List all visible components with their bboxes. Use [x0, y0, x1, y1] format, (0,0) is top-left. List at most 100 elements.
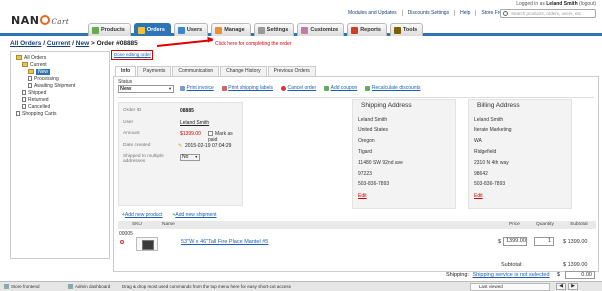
tree-label: Shopping Carts — [22, 110, 57, 117]
back-arrow-icon[interactable]: ◀ — [556, 283, 566, 290]
column-subtotal: Subtotal — [570, 222, 588, 227]
global-search-input[interactable]: Search products, orders, users, etc. — [500, 9, 596, 18]
breadcrumb-all-orders[interactable]: All Orders — [10, 40, 41, 47]
order-tabs: Info Payments Communication Change Histo… — [115, 66, 316, 76]
item-remove-icon[interactable] — [120, 240, 124, 244]
tree-item-shopping-carts[interactable]: Shopping Carts — [14, 110, 106, 117]
tree-label: Awaiting Shipment — [34, 82, 76, 89]
truck-icon — [221, 85, 227, 91]
breadcrumb-current[interactable]: Current — [47, 40, 70, 47]
admin-dashboard-shortcut[interactable]: Admin dashboard — [68, 282, 110, 291]
shipping-row: Shipping: Shipping service is not select… — [446, 272, 560, 278]
nanocart-logo[interactable]: NAN Cart — [11, 14, 69, 27]
shipping-currency: $ — [557, 272, 561, 278]
logged-in-label: Logged in as — [516, 1, 545, 7]
tab-change-history[interactable]: Change History — [220, 66, 267, 76]
done-editing-label: Done editing order — [114, 52, 152, 57]
customize-icon — [301, 26, 309, 34]
tree-label: Current — [30, 61, 47, 68]
nav-tab-manage[interactable]: Manage — [211, 23, 251, 36]
nav-tab-orders[interactable]: Orders — [133, 23, 171, 36]
tab-communication[interactable]: Communication — [172, 66, 220, 76]
help-link[interactable]: Help — [455, 10, 477, 16]
nav-tab-products[interactable]: Products — [88, 23, 131, 36]
nav-tab-customize[interactable]: Customize — [297, 23, 345, 36]
dashboard-icon — [68, 284, 73, 289]
nav-tab-reports[interactable]: Reports — [347, 23, 387, 36]
tab-payments[interactable]: Payments — [137, 66, 172, 76]
pencil-icon[interactable]: ✎ — [178, 143, 182, 149]
search-icon — [503, 11, 508, 16]
nav-tab-settings[interactable]: Settings — [253, 23, 295, 36]
item-sku: 00005 — [119, 231, 133, 237]
add-coupon-link[interactable]: Add coupon — [324, 85, 357, 91]
last-viewed-dropdown[interactable]: Last viewed — [470, 283, 550, 291]
tree-item-all-orders[interactable]: All Orders — [14, 54, 106, 61]
shipping-cost-input[interactable]: 0.00 — [565, 271, 595, 279]
nav-tab-label: Manage — [224, 27, 245, 33]
add-new-shipment-link[interactable]: Add new shipment — [172, 212, 216, 218]
document-icon — [28, 76, 32, 81]
address-line: 11480 SW 92nd ave — [358, 160, 403, 166]
tab-info[interactable]: Info — [115, 66, 137, 76]
action-label: Cancel order — [287, 85, 317, 91]
tree-item-current[interactable]: Current — [14, 61, 106, 68]
recalculate-discounts-link[interactable]: Recalculate discounts — [365, 85, 420, 91]
document-icon — [22, 104, 26, 109]
edit-shipping-address-link[interactable]: Edit — [358, 193, 367, 199]
nav-tab-users[interactable]: Users — [173, 23, 209, 36]
shipped-multiple-label-line2: addresses — [123, 159, 146, 164]
shipped-multiple-value: No — [180, 154, 200, 161]
tree-label: All Orders — [24, 54, 47, 61]
mark-paid-checkbox[interactable]: Mark as paid — [208, 131, 242, 143]
document-icon — [22, 90, 26, 95]
subtotal-label: Subtotal: — [501, 262, 523, 268]
tree-item-processing[interactable]: Processing — [14, 75, 106, 82]
item-name-link[interactable]: 53"W x 46"Tall Fire Place Mantel #5 — [181, 239, 268, 245]
cancel-order-link[interactable]: Cancel order — [280, 85, 317, 91]
cancel-icon — [280, 85, 286, 91]
billing-address-title: Billing Address — [477, 102, 520, 109]
address-line: Iterate Marketing — [474, 127, 512, 133]
shipping-label: Shipping: — [446, 272, 469, 278]
tab-previous-orders[interactable]: Previous Orders — [267, 66, 316, 76]
status-select[interactable]: New — [118, 85, 174, 93]
add-new-product-link[interactable]: Add new product — [122, 212, 163, 218]
checkbox[interactable] — [208, 131, 213, 136]
orders-icon — [137, 26, 145, 34]
tree-item-cancelled[interactable]: Cancelled — [14, 103, 106, 110]
items-table-header: SKU Name Price Quantity Subtotal — [118, 221, 596, 229]
print-shipping-labels-link[interactable]: Print shipping labels — [221, 85, 273, 91]
coupon-icon — [324, 85, 330, 91]
store-frontend-shortcut[interactable]: Store frontend — [4, 282, 40, 291]
nav-tab-label: Settings — [266, 27, 289, 33]
address-line: WA — [474, 138, 482, 144]
logout-link[interactable]: (logout) — [579, 1, 596, 7]
search-placeholder: Search products, orders, users, etc. — [511, 11, 583, 16]
discounts-settings-link[interactable]: Discounts Settings — [403, 10, 456, 16]
tree-item-shipped[interactable]: Shipped — [14, 89, 106, 96]
nav-tab-label: Products — [101, 27, 125, 33]
folder-icon — [22, 62, 28, 67]
forward-arrow-icon[interactable]: ▶ — [568, 283, 578, 290]
breadcrumb-new[interactable]: New — [76, 40, 89, 47]
product-thumbnail[interactable] — [136, 237, 158, 251]
edit-billing-address-link[interactable]: Edit — [474, 193, 483, 199]
item-quantity-input[interactable]: 1 — [534, 237, 554, 246]
tree-item-returned[interactable]: Returned — [14, 96, 106, 103]
tree-item-new[interactable]: New — [14, 68, 106, 75]
nav-tab-tools[interactable]: Tools — [389, 23, 424, 36]
shortcut-label: Admin dashboard — [75, 284, 111, 289]
user-link[interactable]: Leland Smith — [180, 120, 209, 126]
shipped-multiple-select[interactable]: No — [180, 154, 200, 161]
shortcut-tip: Drag & drop most used commands from the … — [122, 284, 291, 289]
print-invoice-link[interactable]: Print invoice — [180, 85, 214, 91]
done-editing-order-link[interactable]: Done editing order — [111, 50, 153, 60]
date-created-label: Date created — [123, 143, 151, 148]
modules-updates-link[interactable]: Modules and Updates — [343, 10, 403, 16]
shipping-service-link[interactable]: Shipping service is not selected — [472, 272, 549, 278]
column-sku: SKU — [132, 222, 142, 227]
item-price-input[interactable]: 1399.00 — [503, 237, 527, 246]
tree-item-awaiting-shipment[interactable]: Awaiting Shipment — [14, 82, 106, 89]
users-icon — [177, 26, 185, 34]
